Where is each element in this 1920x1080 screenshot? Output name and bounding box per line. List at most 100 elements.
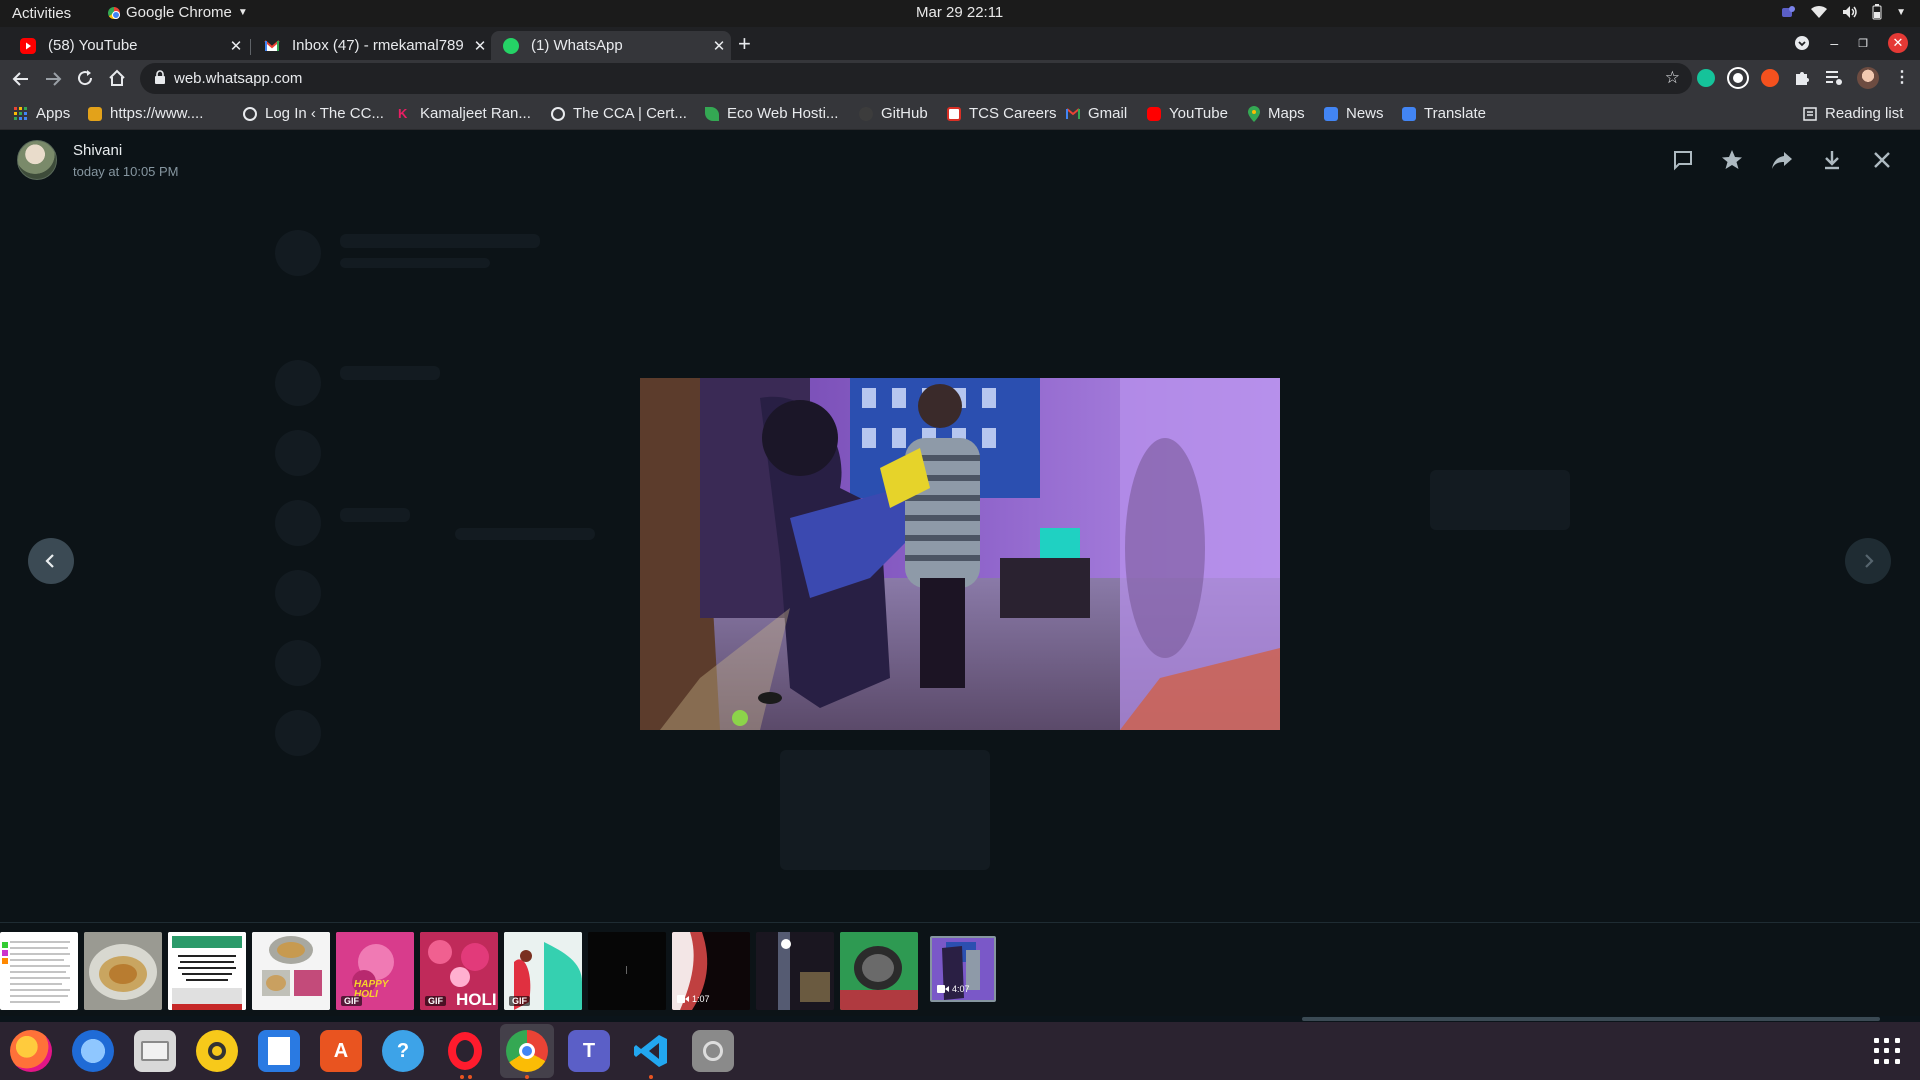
forward-nav-icon[interactable] <box>44 70 62 88</box>
system-menu-arrow-icon[interactable]: ▼ <box>1896 7 1906 18</box>
bookmark-label: The CCA | Cert... <box>573 105 687 122</box>
thumbnail-poster[interactable] <box>168 932 246 1010</box>
leaf-icon <box>705 106 719 121</box>
background-chat-line <box>340 258 490 268</box>
profile-avatar[interactable] <box>1857 67 1879 89</box>
opera-icon[interactable] <box>444 1030 486 1072</box>
software-center-icon[interactable]: A <box>320 1030 362 1072</box>
restore-button[interactable]: ❐ <box>1858 37 1868 50</box>
clock[interactable]: Mar 29 22:11 <box>916 4 1003 21</box>
screenshot-icon[interactable] <box>692 1030 734 1072</box>
bookmark-apps[interactable]: Apps <box>14 105 70 122</box>
minimize-button[interactable]: – <box>1830 35 1838 51</box>
bookmark-link[interactable]: Log In ‹ The CC... <box>243 105 384 122</box>
thumbnail-image <box>252 932 330 1010</box>
thumbnail-gif[interactable]: HOLI GIF <box>420 932 498 1010</box>
home-icon[interactable] <box>108 69 126 87</box>
forward-icon[interactable] <box>1770 148 1794 172</box>
bookmark-link[interactable]: TCS Careers <box>947 105 1057 122</box>
thumbnail-photo[interactable] <box>840 932 918 1010</box>
thumbnail-gif[interactable]: HAPPY HOLI GIF <box>336 932 414 1010</box>
battery-icon[interactable] <box>1872 4 1882 20</box>
extensions-puzzle-icon[interactable] <box>1793 69 1811 87</box>
thumbnail-photo[interactable] <box>252 932 330 1010</box>
gmail-icon <box>264 38 280 54</box>
rhythmbox-icon[interactable] <box>196 1030 238 1072</box>
wifi-icon[interactable] <box>1810 5 1828 19</box>
media-video[interactable] <box>640 378 1280 730</box>
close-tab-icon[interactable]: ✕ <box>707 37 731 55</box>
bookmark-link[interactable]: Maps <box>1248 105 1305 122</box>
media-viewer: Shivani today at 10:05 PM <box>0 130 1920 922</box>
app-menu[interactable]: Google Chrome ▼ <box>108 4 248 21</box>
thumbnail-scrollbar[interactable] <box>1302 1017 1880 1021</box>
download-icon[interactable] <box>1820 148 1844 172</box>
reply-icon[interactable] <box>1671 148 1695 172</box>
extension-icon[interactable] <box>1761 69 1779 87</box>
system-tray[interactable]: ▼ <box>1780 4 1906 20</box>
sender-avatar[interactable] <box>17 140 57 180</box>
chrome-icon <box>108 6 120 19</box>
bookmark-link[interactable]: News <box>1324 105 1384 122</box>
chevron-right-icon <box>1865 554 1874 568</box>
tab-search-icon[interactable] <box>1794 35 1810 51</box>
thumbnail-video[interactable] <box>756 932 834 1010</box>
writer-icon[interactable] <box>258 1030 300 1072</box>
bookmark-link[interactable]: The CCA | Cert... <box>551 105 687 122</box>
bookmark-link[interactable]: GitHub <box>859 105 928 122</box>
firefox-icon[interactable] <box>10 1030 52 1072</box>
grammarly-icon[interactable] <box>1697 69 1715 87</box>
thumbnail-document[interactable] <box>0 932 78 1010</box>
thumbnail-image <box>2 941 70 1003</box>
show-applications-button[interactable] <box>1874 1038 1900 1064</box>
media-control-icon[interactable] <box>1825 70 1843 86</box>
close-icon[interactable] <box>1870 148 1894 172</box>
bookmark-link[interactable]: K Kamaljeet Ran... <box>398 105 531 122</box>
thumbnail-video[interactable]: 1:07 <box>672 932 750 1010</box>
activities-button[interactable]: Activities <box>12 5 71 22</box>
tab-whatsapp[interactable]: (1) WhatsApp ✕ <box>491 31 731 60</box>
vscode-icon[interactable] <box>630 1030 672 1072</box>
next-media-button[interactable] <box>1845 538 1891 584</box>
background-message-bubble <box>1430 470 1570 530</box>
address-bar[interactable]: web.whatsapp.com ☆ <box>140 63 1692 94</box>
reload-icon[interactable] <box>76 69 94 87</box>
thumbnail-image <box>840 932 918 1010</box>
bookmark-link[interactable]: Gmail <box>1066 105 1127 122</box>
star-icon[interactable] <box>1720 148 1744 172</box>
chrome-menu-icon[interactable]: ⋮ <box>1894 67 1910 87</box>
tab-gmail[interactable]: Inbox (47) - rmekamal789 ✕ <box>252 31 492 60</box>
back-icon[interactable] <box>12 70 30 88</box>
background-avatar <box>275 500 321 546</box>
close-tab-icon[interactable]: ✕ <box>468 37 492 55</box>
volume-icon[interactable] <box>1842 5 1858 19</box>
new-tab-button[interactable]: + <box>738 31 751 57</box>
close-tab-icon[interactable]: ✕ <box>224 37 248 55</box>
background-chat-line <box>340 366 440 380</box>
thumbnail-gif[interactable]: GIF <box>504 932 582 1010</box>
bookmark-link[interactable]: Eco Web Hosti... <box>705 105 838 122</box>
bookmark-link[interactable]: Translate <box>1402 105 1486 122</box>
help-icon[interactable]: ? <box>382 1030 424 1072</box>
tab-youtube[interactable]: (58) YouTube ✕ <box>8 31 248 60</box>
files-icon[interactable] <box>134 1030 176 1072</box>
thunderbird-icon[interactable] <box>72 1030 114 1072</box>
bookmark-star-icon[interactable]: ☆ <box>1665 68 1680 88</box>
previous-media-button[interactable] <box>28 538 74 584</box>
teams-icon[interactable]: T <box>568 1030 610 1072</box>
teams-tray-icon[interactable] <box>1780 4 1796 20</box>
bookmark-link[interactable]: https://www.... <box>88 105 203 122</box>
caret-down-icon: ▼ <box>237 7 248 18</box>
lock-icon[interactable] <box>154 70 166 84</box>
reading-list-button[interactable]: Reading list <box>1803 105 1903 122</box>
chrome-icon[interactable] <box>506 1030 548 1072</box>
gif-badge: GIF <box>425 996 446 1006</box>
extension-icon[interactable] <box>1729 69 1747 87</box>
close-window-button[interactable]: ✕ <box>1888 33 1908 53</box>
gif-badge: GIF <box>509 996 530 1006</box>
bookmark-link[interactable]: YouTube <box>1147 105 1228 122</box>
thumbnail-photo[interactable] <box>84 932 162 1010</box>
thumbnail-video-selected[interactable]: 4:07 <box>930 936 996 1002</box>
thumbnail-video[interactable] <box>588 932 666 1010</box>
bookmark-label: Gmail <box>1088 105 1128 122</box>
